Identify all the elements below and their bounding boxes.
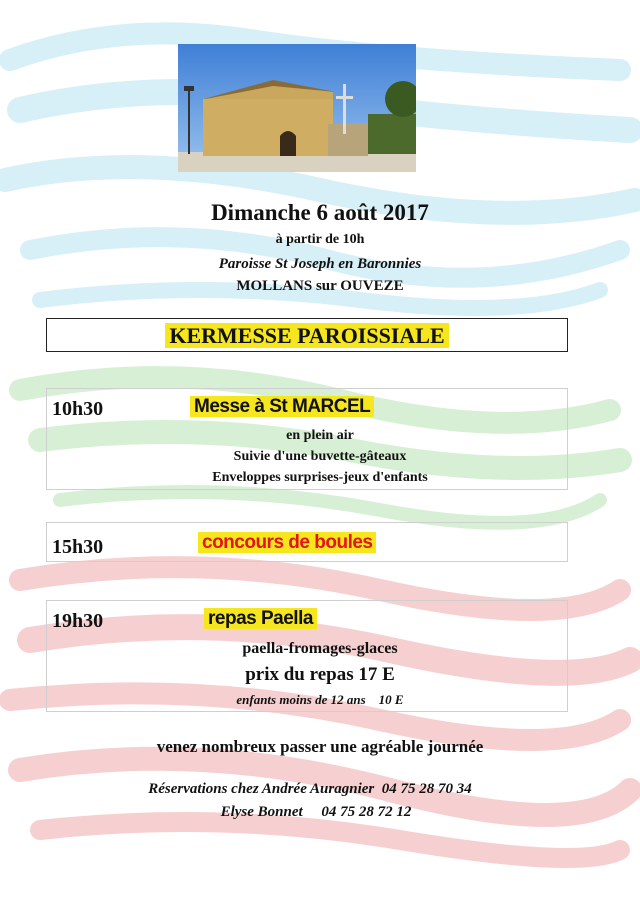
event-title-3: repas Paella xyxy=(204,608,317,630)
event-3-line-3: enfants moins de 12 ans 10 E xyxy=(236,692,404,707)
town-name: MOLLANS sur OUVEZE xyxy=(236,278,404,294)
kermesse-banner: KERMESSE PAROISSIALE xyxy=(46,318,568,352)
event-time-2: 15h30 xyxy=(52,536,104,558)
invitation-text: venez nombreux passer une agréable journ… xyxy=(156,737,484,756)
event-3-line-2: prix du repas 17 E xyxy=(245,664,395,685)
parish-name: Paroisse St Joseph en Baronnies xyxy=(218,256,422,272)
event-1-line-1: en plein air xyxy=(286,428,354,443)
start-time: à partir de 10h xyxy=(275,232,365,247)
event-title-1: Messe à St MARCEL xyxy=(190,396,375,418)
reservations-line-1: Réservations chez Andrée Auragnier 04 75… xyxy=(148,781,472,797)
event-date: Dimanche 6 août 2017 xyxy=(211,200,429,225)
chapel-photo-icon xyxy=(178,44,416,172)
event-time-1: 10h30 xyxy=(52,398,104,420)
event-1-line-3: Enveloppes surprises-jeux d'enfants xyxy=(212,470,428,485)
banner-title: KERMESSE PAROISSIALE xyxy=(165,323,449,348)
event-time-3: 19h30 xyxy=(52,610,104,632)
reservations-line-2: Elyse Bonnet 04 75 28 72 12 xyxy=(220,804,412,820)
event-1-line-2: Suivie d'une buvette-gâteaux xyxy=(233,449,407,464)
event-title-2: concours de boules xyxy=(198,532,377,554)
event-3-line-1: paella-fromages-glaces xyxy=(242,640,398,657)
